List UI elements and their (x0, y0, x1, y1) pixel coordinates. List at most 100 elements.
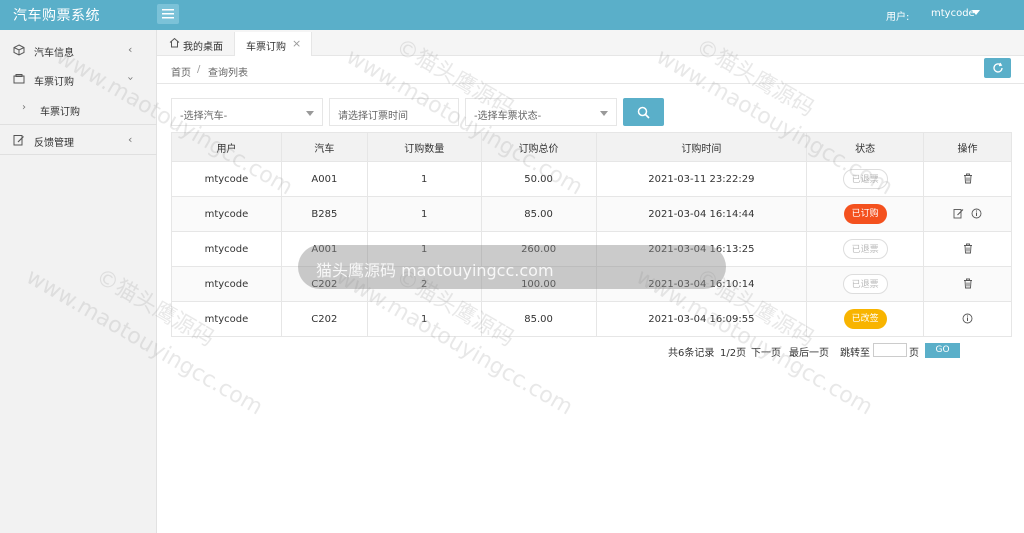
sidebar-item-label: 汽车信息 (34, 48, 74, 59)
column-header: 操作 (923, 132, 1012, 162)
column-header: 状态 (806, 132, 925, 162)
cell-price: 50.00 (480, 161, 597, 197)
cell-user: mtycode (171, 161, 282, 197)
column-header: 汽车 (280, 132, 368, 162)
table-row: mtycode A001 1 50.00 2021-03-11 23:22:29… (171, 161, 1012, 197)
info-icon[interactable] (971, 208, 982, 219)
status-select-placeholder: -选择车票状态- (474, 111, 542, 122)
search-button[interactable] (623, 98, 664, 126)
pager-page: 1/2页 (720, 348, 747, 359)
tab-home[interactable]: 我的桌面 (157, 32, 233, 56)
cell-qty: 1 (366, 161, 482, 197)
pager-next[interactable]: 下一页 (751, 344, 781, 359)
cell-user: mtycode (171, 196, 282, 232)
cell-status: 已退票 (806, 266, 925, 302)
car-select[interactable]: -选择汽车- (171, 98, 323, 126)
orders-table: 用户 汽车 订购数量 订购总价 订购时间 状态 操作 mtycode A001 … (171, 132, 1012, 337)
sidebar-item-ticket-order[interactable]: 车票订购 ‹ (0, 64, 157, 94)
column-header: 用户 (171, 132, 282, 162)
status-badge: 已退票 (842, 169, 888, 189)
sidebar-divider (0, 154, 157, 155)
table-row: mtycode C202 1 85.00 2021-03-04 16:09:55… (171, 301, 1012, 337)
cell-user: mtycode (171, 231, 282, 267)
chevron-down-icon: ‹ (123, 76, 137, 81)
cell-price: 85.00 (480, 196, 597, 232)
chevron-left-icon: ‹ (128, 43, 133, 56)
cell-status: 已订购 (806, 196, 925, 232)
status-select[interactable]: -选择车票状态- (465, 98, 617, 126)
cell-ops (923, 301, 1012, 337)
cell-status: 已改签 (806, 301, 925, 337)
sidebar-item-car-info[interactable]: 汽车信息 ‹ (0, 35, 157, 65)
pager-jump-input[interactable] (873, 343, 907, 357)
dropdown-arrow-icon (600, 111, 608, 116)
dropdown-arrow-icon (306, 111, 314, 116)
ticket-icon (13, 74, 25, 84)
top-header: 汽车购票系统 用户: mtycode (0, 0, 1024, 30)
cell-qty: 1 (366, 196, 482, 232)
tab-ticket-order[interactable]: 车票订购 × (234, 32, 312, 56)
watermark-bar-text: 猫头鹰源码 maotouyingcc.com (316, 261, 554, 280)
cell-time: 2021-03-04 16:09:55 (595, 301, 808, 337)
pager-total: 共6条记录 (668, 348, 715, 359)
go-button[interactable]: GO (925, 343, 960, 358)
home-icon (169, 37, 180, 48)
sidebar: 汽车信息 ‹ 车票订购 ‹ › 车票订购 反馈管理 ‹ (0, 30, 157, 533)
caret-down-icon[interactable] (972, 10, 980, 15)
info-icon[interactable] (962, 313, 973, 324)
pager-jump-label: 跳转至 (840, 348, 870, 359)
tab-label: 车票订购 (246, 42, 286, 53)
edit-icon[interactable] (953, 208, 964, 219)
car-select-placeholder: -选择汽车- (180, 111, 228, 122)
tab-bar: 我的桌面 车票订购 × (157, 30, 1024, 56)
cell-car: A001 (280, 161, 368, 197)
sidebar-item-label: 车票订购 (40, 107, 80, 118)
menu-toggle-button[interactable] (157, 4, 179, 24)
column-header: 订购总价 (480, 132, 597, 162)
cube-icon (13, 44, 25, 56)
order-time-input[interactable]: 请选择订票时间 (329, 98, 459, 126)
trash-icon[interactable] (963, 173, 973, 184)
status-badge: 已订购 (843, 204, 887, 224)
sidebar-item-feedback[interactable]: 反馈管理 ‹ (0, 125, 157, 155)
refresh-button[interactable] (984, 58, 1011, 78)
breadcrumb-home[interactable]: 首页 (171, 64, 191, 79)
column-header: 订购数量 (366, 132, 482, 162)
cell-time: 2021-03-11 23:22:29 (595, 161, 808, 197)
table-row: mtycode B285 1 85.00 2021-03-04 16:14:44… (171, 196, 1012, 232)
breadcrumb-current: 查询列表 (208, 68, 248, 79)
cell-user: mtycode (171, 266, 282, 302)
cell-status: 已退票 (806, 231, 925, 267)
sidebar-item-label: 反馈管理 (34, 138, 74, 149)
user-label: 用户: (886, 12, 910, 23)
sidebar-item-label: 车票订购 (34, 77, 74, 88)
status-badge: 已退票 (842, 274, 888, 294)
user-menu[interactable]: mtycode (931, 8, 975, 19)
hamburger-icon (162, 9, 174, 19)
close-icon[interactable]: × (292, 37, 301, 50)
pager-page-unit: 页 (909, 348, 919, 359)
cell-time: 2021-03-04 16:14:44 (595, 196, 808, 232)
sidebar-subitem-ticket-order[interactable]: › 车票订购 (0, 95, 157, 123)
cell-ops (923, 161, 1012, 197)
breadcrumb-separator: / (197, 64, 201, 75)
order-time-placeholder: 请选择订票时间 (338, 111, 408, 122)
table-header-row: 用户 汽车 订购数量 订购总价 订购时间 状态 操作 (171, 132, 1012, 162)
breadcrumb: 首页 / 查询列表 (157, 56, 1024, 84)
status-badge: 已退票 (842, 239, 888, 259)
cell-price: 85.00 (480, 301, 597, 337)
status-badge: 已改签 (843, 309, 887, 329)
cell-user: mtycode (171, 301, 282, 337)
chevron-right-icon: › (22, 102, 26, 113)
cell-qty: 1 (366, 301, 482, 337)
edit-icon (13, 135, 24, 146)
pager-last[interactable]: 最后一页 (789, 344, 829, 359)
tab-label: 我的桌面 (183, 42, 223, 53)
cell-ops (923, 196, 1012, 232)
cell-ops (923, 266, 1012, 302)
trash-icon[interactable] (963, 243, 973, 254)
cell-car: C202 (280, 301, 368, 337)
trash-icon[interactable] (963, 278, 973, 289)
column-header: 订购时间 (595, 132, 808, 162)
cell-ops (923, 231, 1012, 267)
